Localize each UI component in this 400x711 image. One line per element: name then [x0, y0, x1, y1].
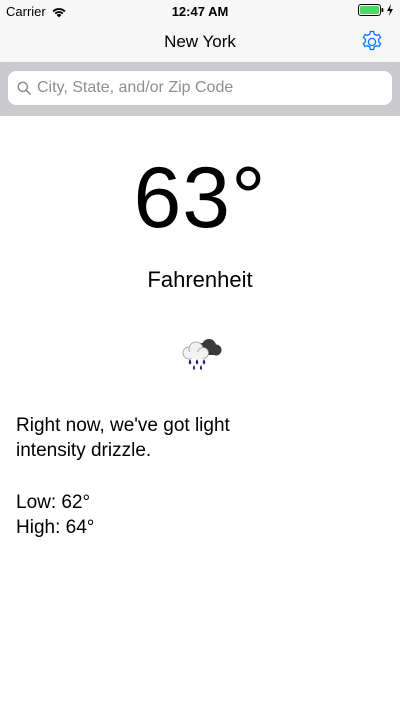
settings-button[interactable]: [358, 28, 386, 56]
status-time: 12:47 AM: [171, 4, 229, 19]
gear-icon: [362, 30, 382, 51]
weather-description: Right now, we've got light intensity dri…: [16, 415, 230, 461]
high-temperature: High: 64°: [16, 517, 95, 538]
battery-icon: [358, 4, 384, 16]
status-bar: Carrier 12:47 AM: [0, 0, 400, 22]
temperature-value: 63°: [133, 150, 267, 246]
search-icon: [17, 81, 31, 95]
search-field[interactable]: [8, 71, 392, 105]
low-temperature: Low: 62°: [16, 492, 91, 513]
nav-title: New York: [164, 32, 236, 51]
temperature-unit: Fahrenheit: [147, 267, 253, 292]
charging-icon: [387, 4, 393, 16]
status-right: [358, 4, 394, 16]
rain-cloud-icon: [182, 339, 222, 370]
search-bar: [0, 62, 400, 116]
search-input[interactable]: [37, 79, 367, 97]
navigation-bar: New York: [0, 22, 400, 62]
